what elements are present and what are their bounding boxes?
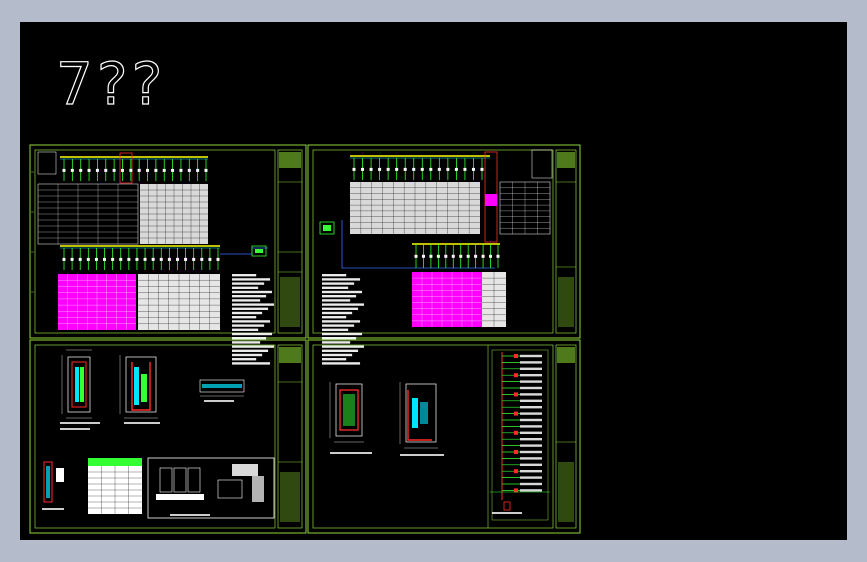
sheet-3-room-plan-1 <box>61 349 92 419</box>
sheet-4[interactable] <box>307 339 581 534</box>
sheet-2-notes <box>322 274 365 365</box>
sheet-3-detail-small <box>43 461 64 503</box>
sheet-4-riser-diagram <box>490 349 550 521</box>
cad-model-space[interactable]: 7?? <box>20 22 847 540</box>
sheet-2[interactable] <box>307 144 581 365</box>
sheet-2-schematic-mid <box>412 243 506 327</box>
sheet-1[interactable] <box>29 144 307 365</box>
sheet-4-room-plan-2 <box>399 382 438 449</box>
sheet-3[interactable] <box>29 339 307 534</box>
drawing-title-text: 7?? <box>56 50 166 118</box>
sheet-4-room-plan-1 <box>329 382 364 443</box>
sheet-1-notes <box>232 274 275 365</box>
sheet-3-panel-layout <box>147 457 275 519</box>
sheet-3-room-plan-2 <box>119 355 158 419</box>
sheet-3-equipment-table <box>88 458 142 514</box>
sheet-1-schematic-top <box>37 151 208 245</box>
sheet-2-schematic-top <box>319 149 553 269</box>
cad-drawing-canvas: 7?? <box>29 49 581 534</box>
sheet-3-elevation <box>199 379 245 397</box>
